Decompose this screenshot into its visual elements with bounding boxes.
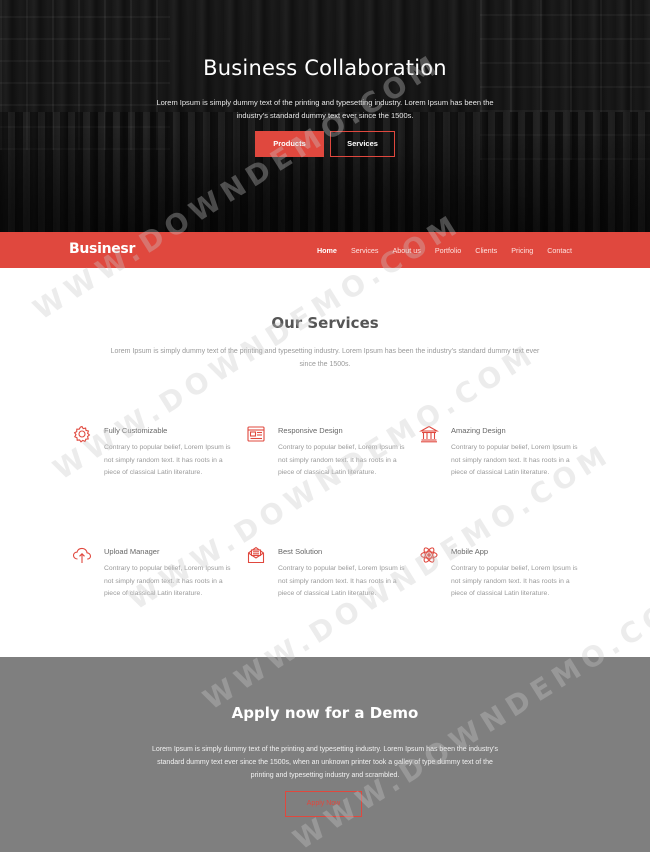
demo-section: Apply now for a Demo Lorem Ipsum is simp… [0, 657, 650, 852]
service-description: Contrary to popular belief, Lorem Ipsum … [104, 444, 231, 477]
service-description: Contrary to popular belief, Lorem Ipsum … [278, 444, 405, 477]
service-description: Contrary to popular belief, Lorem Ipsum … [278, 565, 405, 598]
service-description: Contrary to popular belief, Lorem Ipsum … [451, 444, 578, 477]
service-description: Contrary to popular belief, Lorem Ipsum … [104, 565, 231, 598]
services-title: Our Services [271, 314, 379, 332]
hero-background-crowd [0, 112, 650, 232]
nav-item-services[interactable]: Services [351, 246, 379, 255]
service-title: Upload Manager [104, 547, 160, 556]
service-title: Fully Customizable [104, 426, 168, 435]
apply-now-button[interactable]: Apply Now [285, 791, 362, 817]
service-description: Contrary to popular belief, Lorem Ipsum … [451, 565, 578, 598]
service-title: Best Solution [278, 547, 323, 556]
services-button[interactable]: Services [330, 131, 395, 157]
nav-item-home[interactable]: Home [317, 246, 337, 255]
gear-icon [72, 424, 92, 444]
atom-icon [419, 545, 439, 565]
nav-item-about-us[interactable]: About us [393, 246, 421, 255]
nav-item-pricing[interactable]: Pricing [511, 246, 533, 255]
demo-description: Lorem Ipsum is simply dummy text of the … [152, 746, 498, 779]
bank-icon [418, 424, 440, 444]
services-subtitle: Lorem Ipsum is simply dummy text of the … [110, 348, 540, 368]
nav-item-contact[interactable]: Contact [547, 246, 572, 255]
mail-icon [246, 545, 266, 565]
service-title: Amazing Design [451, 426, 506, 435]
nav-item-clients[interactable]: Clients [475, 246, 497, 255]
cloud-upload-icon [72, 545, 92, 565]
main-navbar: Businesr Home Services About us Portfoli… [0, 232, 650, 268]
nav-item-portfolio[interactable]: Portfolio [435, 246, 461, 255]
demo-title: Apply now for a Demo [231, 704, 419, 722]
logo[interactable]: Businesr [69, 241, 135, 257]
hero-description: Lorem Ipsum is simply dummy text of the … [156, 98, 494, 120]
hero-buttons: Products Services [0, 131, 650, 157]
hero-title: Business Collaboration [203, 56, 447, 80]
layout-icon [246, 424, 266, 444]
hero-section: Business Collaboration Lorem Ipsum is si… [0, 0, 650, 232]
service-title: Responsive Design [278, 426, 343, 435]
service-title: Mobile App [451, 547, 489, 556]
products-button[interactable]: Products [255, 131, 324, 157]
nav-menu: Home Services About us Portfolio Clients… [303, 232, 572, 268]
